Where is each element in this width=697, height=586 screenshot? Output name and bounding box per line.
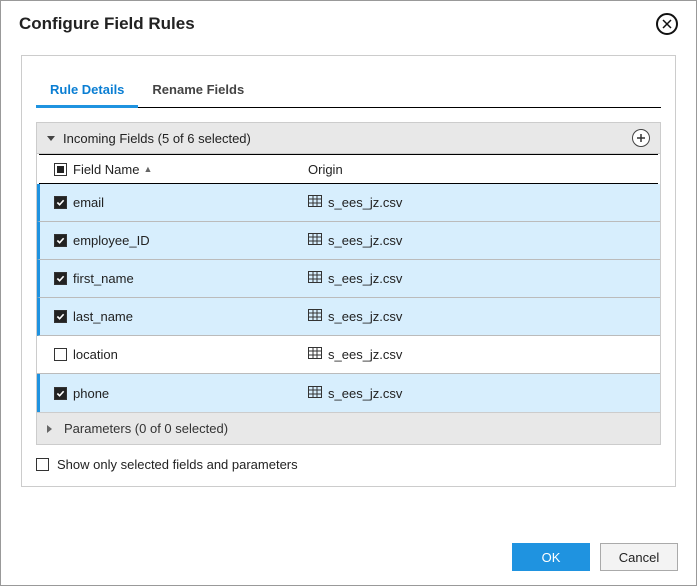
- row-checkbox[interactable]: [54, 196, 67, 209]
- table-row[interactable]: first_name s_ees_jz.csv: [37, 260, 660, 298]
- row-checkbox[interactable]: [54, 387, 67, 400]
- column-origin-label: Origin: [308, 162, 343, 177]
- row-checkbox[interactable]: [54, 348, 67, 361]
- tab-rule-details[interactable]: Rule Details: [36, 74, 138, 107]
- table-icon: [308, 386, 322, 401]
- origin-name: s_ees_jz.csv: [328, 233, 402, 248]
- origin-name: s_ees_jz.csv: [328, 347, 402, 362]
- origin-name: s_ees_jz.csv: [328, 195, 402, 210]
- select-all-checkbox[interactable]: [54, 163, 67, 176]
- field-name: last_name: [73, 309, 133, 324]
- origin-name: s_ees_jz.csv: [328, 271, 402, 286]
- fields-table: Field Name ▲ Origin emails_ees_jz.csvemp…: [36, 154, 661, 413]
- field-name: email: [73, 195, 104, 210]
- tab-bar: Rule Details Rename Fields: [36, 74, 661, 108]
- table-header: Field Name ▲ Origin: [39, 154, 658, 184]
- sort-asc-icon: ▲: [143, 164, 152, 174]
- column-field-name[interactable]: Field Name ▲: [73, 162, 308, 177]
- origin-name: s_ees_jz.csv: [328, 386, 402, 401]
- cancel-button[interactable]: Cancel: [600, 543, 678, 571]
- table-row[interactable]: last_name s_ees_jz.csv: [37, 298, 660, 336]
- table-icon: [308, 233, 322, 248]
- show-only-selected-label: Show only selected fields and parameters: [57, 457, 298, 472]
- dialog-body: Rule Details Rename Fields Incoming Fiel…: [21, 55, 676, 487]
- row-checkbox[interactable]: [54, 310, 67, 323]
- table-icon: [308, 309, 322, 324]
- column-origin[interactable]: Origin: [308, 162, 658, 177]
- row-checkbox[interactable]: [54, 234, 67, 247]
- field-name: employee_ID: [73, 233, 150, 248]
- tab-rename-fields[interactable]: Rename Fields: [138, 74, 258, 107]
- field-name: first_name: [73, 271, 134, 286]
- table-row[interactable]: email s_ees_jz.csv: [37, 184, 660, 222]
- table-icon: [308, 347, 322, 362]
- column-field-name-label: Field Name: [73, 162, 139, 177]
- field-name: phone: [73, 386, 109, 401]
- table-row[interactable]: phone s_ees_jz.csv: [37, 374, 660, 412]
- show-only-selected-checkbox[interactable]: [36, 458, 49, 471]
- incoming-fields-label: Incoming Fields (5 of 6 selected): [63, 131, 251, 146]
- incoming-fields-header[interactable]: Incoming Fields (5 of 6 selected): [36, 122, 661, 154]
- dialog-title: Configure Field Rules: [19, 14, 195, 34]
- origin-name: s_ees_jz.csv: [328, 309, 402, 324]
- table-icon: [308, 271, 322, 286]
- ok-button[interactable]: OK: [512, 543, 590, 571]
- close-button[interactable]: [656, 13, 678, 35]
- add-field-button[interactable]: [632, 129, 650, 147]
- field-name: location: [73, 347, 118, 362]
- table-icon: [308, 195, 322, 210]
- parameters-label: Parameters (0 of 0 selected): [64, 421, 228, 436]
- chevron-right-icon: [47, 425, 56, 433]
- chevron-down-icon: [47, 136, 55, 141]
- close-icon: [662, 19, 672, 29]
- plus-icon: [636, 133, 646, 143]
- table-row[interactable]: location s_ees_jz.csv: [37, 336, 660, 374]
- parameters-header[interactable]: Parameters (0 of 0 selected): [36, 413, 661, 445]
- row-checkbox[interactable]: [54, 272, 67, 285]
- table-row[interactable]: employee_ID s_ees_jz.csv: [37, 222, 660, 260]
